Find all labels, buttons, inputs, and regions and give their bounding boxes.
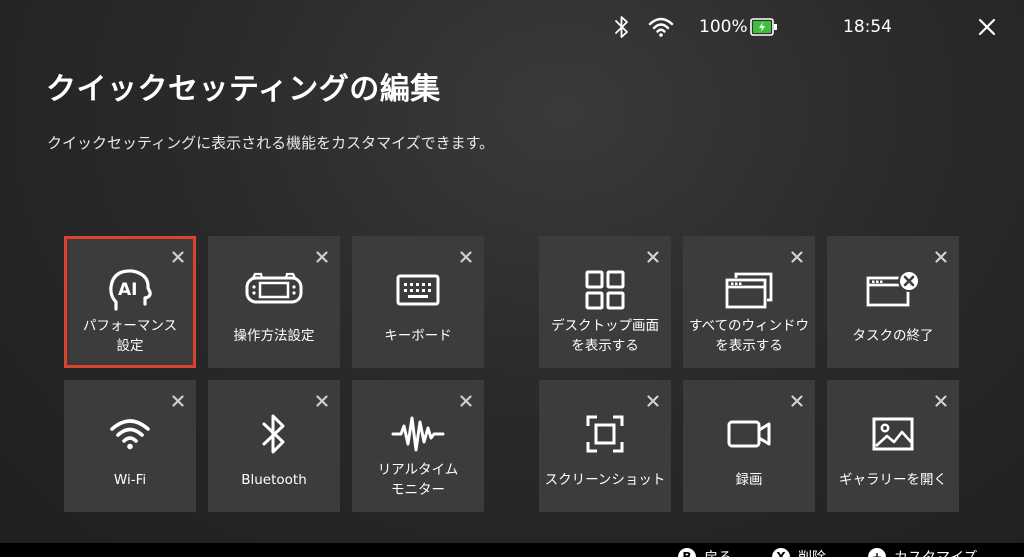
delete-hint-label: 削除 (798, 547, 826, 557)
delete-hint[interactable]: X 削除 (772, 547, 826, 557)
bluetooth-icon (208, 412, 340, 456)
back-hint-label: 戻る (704, 547, 732, 557)
tile-label: キーボード (384, 328, 452, 344)
svg-text:AI: AI (118, 280, 137, 300)
remove-icon[interactable] (172, 248, 184, 263)
tile-label: Bluetooth (241, 472, 307, 488)
remove-icon[interactable] (647, 248, 659, 263)
video-camera-icon (683, 412, 815, 456)
tile-label: デスクトップ画面 を表示する (551, 318, 659, 354)
status-bar: 100% 18:54 (0, 0, 1024, 56)
tile-label: リアルタイム モニター (377, 462, 459, 498)
gallery-icon (827, 412, 959, 456)
tile-control-settings[interactable]: 操作方法設定 (208, 236, 340, 368)
handheld-device-icon (208, 268, 340, 312)
tile-wifi[interactable]: Wi-Fi (64, 380, 196, 512)
remove-icon[interactable] (172, 392, 184, 407)
desktop-grid-icon (539, 268, 671, 312)
page-title: クイックセッティングの編集 (46, 72, 441, 107)
keyboard-icon (352, 268, 484, 312)
tile-keyboard[interactable]: キーボード (352, 236, 484, 368)
tile-show-all-windows[interactable]: すべてのウィンドウ を表示する (683, 236, 815, 368)
tile-realtime-monitor[interactable]: リアルタイム モニター (352, 380, 484, 512)
plus-button-icon: + (868, 548, 886, 557)
b-button-icon: B (678, 548, 696, 557)
tile-label: 録画 (735, 472, 763, 488)
end-task-icon (827, 268, 959, 312)
remove-icon[interactable] (316, 248, 328, 263)
remove-icon[interactable] (791, 392, 803, 407)
ai-head-icon: AI (67, 268, 193, 312)
tile-screenshot[interactable]: スクリーンショット (539, 380, 671, 512)
customize-hint[interactable]: + カスタマイズ (868, 547, 978, 557)
tile-label: スクリーンショット (544, 472, 666, 488)
screenshot-icon (539, 412, 671, 456)
remove-icon[interactable] (647, 392, 659, 407)
tile-show-desktop[interactable]: デスクトップ画面 を表示する (539, 236, 671, 368)
tile-open-gallery[interactable]: ギャラリーを開く (827, 380, 959, 512)
remove-icon[interactable] (791, 248, 803, 263)
remove-icon[interactable] (316, 392, 328, 407)
remove-icon[interactable] (935, 248, 947, 263)
wifi-status-icon (648, 16, 674, 42)
tile-end-task[interactable]: タスクの終了 (827, 236, 959, 368)
page-subtitle: クイックセッティングに表示される機能をカスタマイズできます。 (47, 134, 495, 152)
tile-record-video[interactable]: 録画 (683, 380, 815, 512)
waveform-icon (352, 412, 484, 456)
bluetooth-status-icon (613, 14, 631, 44)
clock: 18:54 (843, 17, 892, 37)
tile-label: Wi-Fi (113, 472, 147, 488)
x-button-icon: X (772, 548, 790, 557)
tile-label: パフォーマンス 設定 (82, 318, 178, 354)
tile-label: すべてのウィンドウ を表示する (688, 318, 809, 354)
tile-bluetooth[interactable]: Bluetooth (208, 380, 340, 512)
remove-icon[interactable] (935, 392, 947, 407)
customize-hint-label: カスタマイズ (894, 547, 978, 557)
tile-label: ギャラリーを開く (839, 472, 947, 488)
remove-icon[interactable] (460, 392, 472, 407)
remove-icon[interactable] (460, 248, 472, 263)
tile-label: 操作方法設定 (233, 328, 315, 344)
battery-icon (750, 18, 778, 40)
tile-label: タスクの終了 (852, 328, 934, 344)
wifi-icon (64, 412, 196, 456)
close-icon[interactable] (975, 15, 999, 39)
tile-performance-settings[interactable]: AI パフォーマンス 設定 (64, 236, 196, 368)
back-hint[interactable]: B 戻る (678, 547, 732, 557)
windows-stack-icon (683, 268, 815, 312)
battery-percentage: 100% (699, 17, 748, 37)
button-hint-bar: B 戻る X 削除 + カスタマイズ (0, 543, 1024, 557)
